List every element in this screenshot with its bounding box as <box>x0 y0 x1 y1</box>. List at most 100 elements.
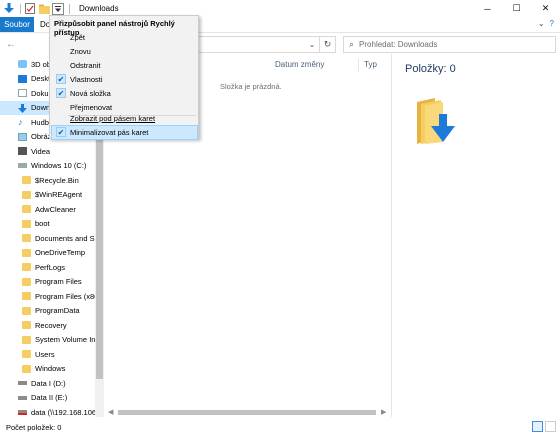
nav-item[interactable]: $WinREAgent <box>0 188 95 203</box>
menu-item-label: Odstranit <box>70 61 101 70</box>
maximize-button[interactable]: ☐ <box>502 0 531 17</box>
nav-item-label: PerfLogs <box>35 262 66 272</box>
nav-item-label: Data I (D:) <box>31 378 66 388</box>
nav-item-label: Down <box>31 103 51 113</box>
nav-item[interactable]: Program Files (x86 <box>0 289 95 304</box>
status-bar: Počet položek: 0 <box>0 419 560 435</box>
menu-item-label: Nová složka <box>70 89 111 98</box>
checkmark-icon: ✔ <box>56 127 66 137</box>
scrollbar-thumb[interactable] <box>118 410 376 415</box>
close-button[interactable]: ✕ <box>531 0 560 17</box>
menu-item-label: Znovu <box>70 47 91 56</box>
folder-icon <box>22 176 31 185</box>
network-drive-icon <box>18 409 27 415</box>
nav-item[interactable]: OneDriveTemp <box>0 246 95 261</box>
nav-item[interactable]: Windows 10 (C:) <box>0 159 95 174</box>
checkmark-icon: ✔ <box>56 88 66 98</box>
folder-icon <box>22 234 31 243</box>
nav-item[interactable]: Videa <box>0 144 95 159</box>
folder-icon <box>22 205 31 214</box>
desktop-icon <box>18 74 27 83</box>
status-item-count: Počet položek: 0 <box>6 422 62 432</box>
expand-ribbon-chevron-icon[interactable]: ⌄ <box>538 19 545 28</box>
folder-icon <box>22 248 31 257</box>
nav-item[interactable]: Recovery <box>0 318 95 333</box>
folder-icon <box>22 190 31 199</box>
nav-item[interactable]: Data II (E:) <box>0 391 95 406</box>
nav-item-label: Deskt <box>31 74 51 84</box>
nav-item[interactable]: PerfLogs <box>0 260 95 275</box>
nav-item[interactable]: System Volume Inf <box>0 333 95 348</box>
back-arrow-icon[interactable]: ← <box>5 38 17 50</box>
folder-icon <box>22 321 31 330</box>
nav-item[interactable]: data (\\192.168.106.6 <box>0 405 95 417</box>
videos-icon <box>18 147 27 156</box>
details-view-icon[interactable] <box>532 421 543 432</box>
address-history-chevron-icon[interactable]: ⌄ <box>305 40 319 49</box>
nav-item-label: Recovery <box>35 320 67 330</box>
nav-item-label: boot <box>35 219 50 229</box>
toolbar-separator <box>69 3 70 14</box>
nav-item[interactable]: Users <box>0 347 95 362</box>
menu-item-delete[interactable]: Odstranit <box>52 59 197 72</box>
tab-file[interactable]: Soubor <box>0 17 34 32</box>
column-header-type[interactable]: Typ <box>364 60 377 69</box>
folder-icon <box>22 364 31 373</box>
nav-item-label: Windows 10 (C:) <box>31 161 87 171</box>
help-button[interactable]: ? <box>550 19 554 28</box>
downloads-icon <box>18 103 27 113</box>
menu-item-minimize-ribbon[interactable]: ✔ Minimalizovat pás karet <box>51 125 198 140</box>
folder-icon <box>22 277 31 286</box>
nav-item-label: Videa <box>31 146 51 156</box>
nav-item-label: Doku <box>31 88 49 98</box>
scroll-right-arrow-icon[interactable]: ▶ <box>381 408 386 416</box>
nav-item[interactable]: Program Files <box>0 275 95 290</box>
nav-item-label: $Recycle.Bin <box>35 175 79 185</box>
customize-toolbar-chevron-icon[interactable] <box>52 2 64 15</box>
documents-icon <box>18 89 27 98</box>
new-folder-icon[interactable] <box>38 3 50 15</box>
column-header-date[interactable]: Datum změny <box>275 60 324 69</box>
preview-item-count: Položky: 0 <box>405 63 456 75</box>
nav-item-label: Documents and Se <box>35 233 95 243</box>
nav-item[interactable]: Windows <box>0 362 95 377</box>
3d-objects-icon <box>18 60 27 69</box>
search-input[interactable]: ⌕ Prohledat: Downloads <box>343 36 556 53</box>
nav-item-label: System Volume Inf <box>35 335 95 345</box>
empty-folder-message: Složka je prázdná. <box>220 82 282 91</box>
ribbon-right-controls: ⌄ ? <box>538 19 554 28</box>
column-separator[interactable] <box>358 58 359 72</box>
preview-pane-divider[interactable] <box>391 54 392 417</box>
menu-item-properties[interactable]: ✔ Vlastnosti <box>52 73 197 86</box>
menu-item-new-folder[interactable]: ✔ Nová složka <box>52 87 197 100</box>
nav-item[interactable]: boot <box>0 217 95 232</box>
nav-item[interactable]: Data I (D:) <box>0 376 95 391</box>
nav-item[interactable]: AdwCleaner <box>0 202 95 217</box>
drive-icon <box>18 381 27 386</box>
large-icons-view-icon[interactable] <box>545 421 556 432</box>
content-horizontal-scrollbar[interactable]: ◀ ▶ <box>104 408 391 417</box>
folder-icon <box>22 219 31 228</box>
menu-item-label: Zpět <box>70 33 86 42</box>
nav-item-label: Data II (E:) <box>31 393 68 403</box>
refresh-icon[interactable]: ↻ <box>319 37 335 52</box>
properties-icon[interactable] <box>24 3 36 15</box>
window-controls: ─ ☐ ✕ <box>473 0 560 17</box>
menu-item-label: Zobrazit pod pásem karet <box>70 114 156 123</box>
address-bar[interactable]: ⌄ ↻ <box>196 36 336 53</box>
nav-item[interactable]: $Recycle.Bin <box>0 173 95 188</box>
minimize-button[interactable]: ─ <box>473 0 502 17</box>
menu-item-show-below-ribbon[interactable]: Zobrazit pod pásem karet <box>52 112 197 125</box>
nav-item-label: Windows <box>35 364 66 374</box>
nav-item[interactable]: ProgramData <box>0 304 95 319</box>
music-icon: ♪ <box>18 117 23 128</box>
drive-icon <box>18 395 27 400</box>
downloads-folder-large-icon <box>415 98 459 146</box>
nav-item[interactable]: Documents and Se <box>0 231 95 246</box>
menu-item-undo[interactable]: Zpět <box>52 31 197 44</box>
scroll-left-arrow-icon[interactable]: ◀ <box>108 408 113 416</box>
nav-item-label: 3D ob <box>31 59 52 69</box>
menu-item-redo[interactable]: Znovu <box>52 45 197 58</box>
folder-icon <box>22 350 31 359</box>
menu-item-label: Přejmenovat <box>70 103 113 112</box>
